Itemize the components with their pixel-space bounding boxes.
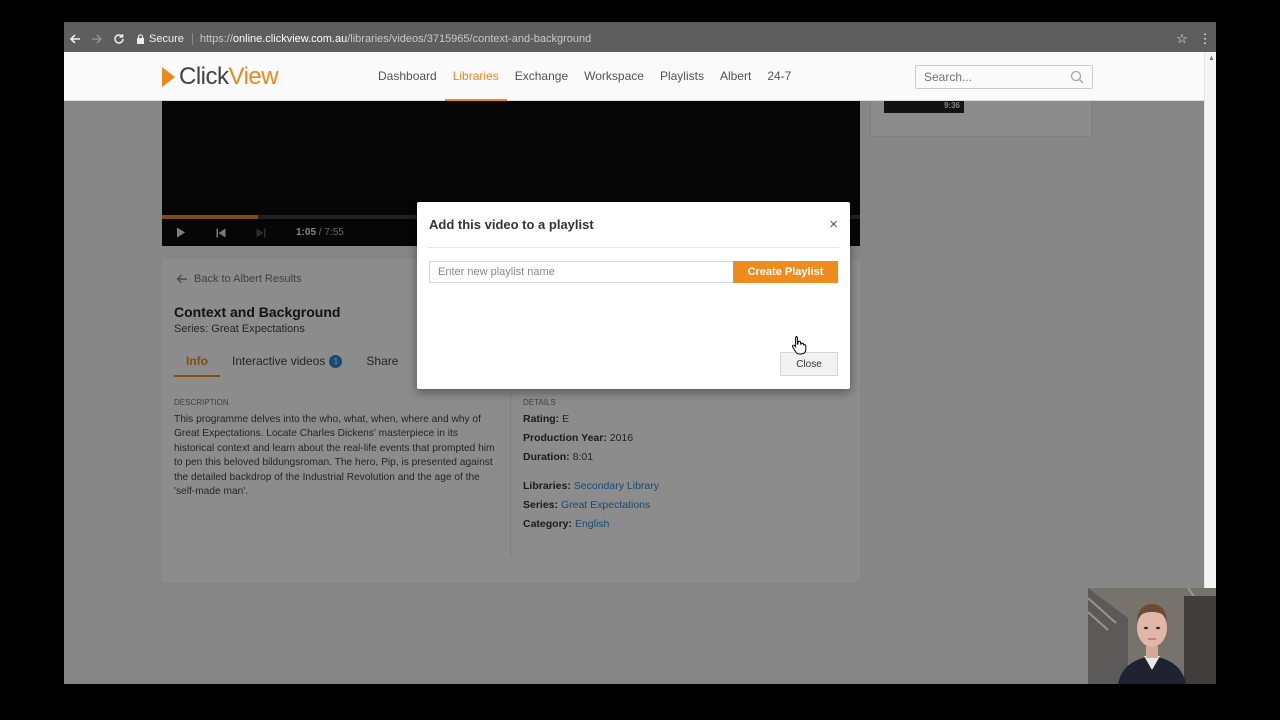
header-dim-overlay xyxy=(64,52,1204,101)
url-scheme: https:// xyxy=(199,33,233,45)
url-host: online.clickview.com.au xyxy=(232,33,348,45)
create-playlist-button[interactable]: Create Playlist xyxy=(733,261,838,283)
web-page: ClickView Dashboard Libraries Exchange W… xyxy=(64,52,1216,684)
browser-menu-icon[interactable]: ⋮ xyxy=(1194,31,1216,47)
hand-pointer-cursor-icon xyxy=(791,336,807,355)
modal-backdrop[interactable] xyxy=(64,101,1204,684)
lock-icon xyxy=(137,34,144,44)
add-to-playlist-dialog: Add this video to a playlist × Create Pl… xyxy=(417,202,850,389)
address-bar[interactable]: Secure https://online.clickview.com.au/l… xyxy=(136,28,1170,50)
forward-arrow-icon[interactable] xyxy=(86,28,108,50)
dialog-divider xyxy=(428,247,839,248)
browser-tabstrip xyxy=(64,0,1200,22)
close-icon[interactable]: × xyxy=(829,216,838,233)
playlist-name-input[interactable] xyxy=(429,261,733,283)
url-text[interactable]: https://online.clickview.com.au/librarie… xyxy=(200,33,591,45)
dialog-title: Add this video to a playlist xyxy=(429,217,594,232)
browser-toolbar: Secure https://online.clickview.com.au/l… xyxy=(64,26,1216,52)
close-button[interactable]: Close xyxy=(780,352,838,376)
url-path: /libraries/videos/3715965/context-and-ba… xyxy=(347,33,592,45)
secure-label: Secure xyxy=(149,33,184,45)
webcam-overlay xyxy=(1088,588,1216,684)
webcam-presenter-image xyxy=(1088,588,1216,684)
back-arrow-icon[interactable] xyxy=(64,28,86,50)
scroll-up-arrow-icon[interactable]: ▲ xyxy=(1208,55,1215,62)
reload-icon[interactable] xyxy=(108,28,130,50)
bookmark-star-icon[interactable]: ☆ xyxy=(1170,31,1194,47)
secure-indicator[interactable]: Secure xyxy=(136,33,193,45)
screen: Secure https://online.clickview.com.au/l… xyxy=(0,0,1280,720)
